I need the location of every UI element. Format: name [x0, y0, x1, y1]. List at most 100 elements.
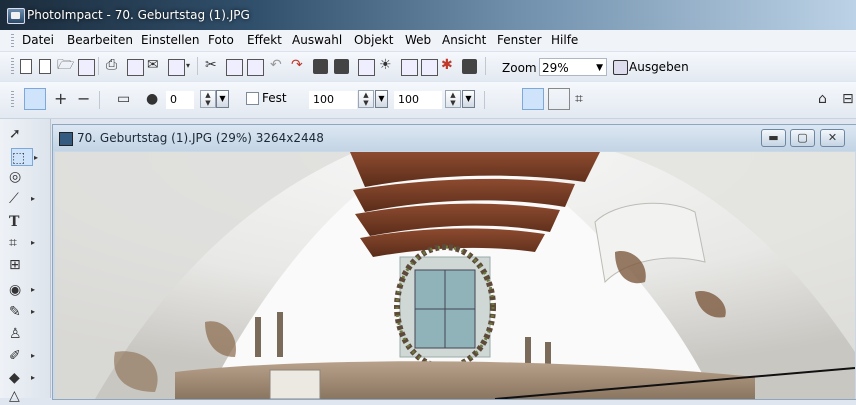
brightness-icon[interactable]: ☀: [379, 58, 392, 73]
toolbar-grip[interactable]: [11, 58, 14, 75]
menu-datei[interactable]: Datei: [22, 33, 54, 47]
lasso-tool[interactable]: ◎: [9, 168, 31, 186]
add-selection-button[interactable]: +: [54, 91, 67, 107]
selection-option-2-button[interactable]: [522, 88, 544, 110]
menu-effekt[interactable]: Effekt: [247, 33, 282, 47]
cut-icon[interactable]: ✂: [205, 58, 217, 73]
transform-tool[interactable]: ⊞: [9, 256, 31, 274]
menu-bar: Datei Bearbeiten Einstellen Foto Effekt …: [0, 30, 856, 52]
photoimpact-app-icon[interactable]: [7, 8, 25, 24]
undo-icon[interactable]: ↶: [270, 58, 282, 73]
new-icon[interactable]: [20, 59, 32, 74]
height-dropdown[interactable]: ▼: [462, 90, 475, 108]
menu-ansicht[interactable]: Ansicht: [442, 33, 486, 47]
extra-icon[interactable]: ⊟: [842, 92, 854, 107]
selection-mode-new-button[interactable]: [24, 88, 46, 110]
preview-icon[interactable]: [462, 59, 477, 74]
menu-foto[interactable]: Foto: [208, 33, 234, 47]
redo-icon[interactable]: ↷: [291, 58, 303, 73]
eraser-icon: ◆: [9, 370, 20, 386]
lasso-icon: ◎: [9, 169, 22, 185]
tool-flyout-icon[interactable]: ▸: [34, 149, 38, 167]
ausgeben-button[interactable]: Ausgeben: [611, 57, 689, 77]
tool-flyout-icon[interactable]: ▸: [31, 281, 35, 299]
photo-adjust-icon[interactable]: [334, 59, 349, 74]
selection-option-1-button[interactable]: [495, 88, 517, 110]
tool-flyout-icon[interactable]: ▸: [31, 190, 35, 208]
new-from-icon[interactable]: [39, 59, 51, 74]
save-icon[interactable]: [78, 59, 95, 76]
print-preview-icon[interactable]: [127, 59, 144, 76]
print-icon[interactable]: ⎙: [106, 58, 117, 73]
maximize-icon: ▢: [797, 131, 808, 144]
menu-hilfe[interactable]: Hilfe: [551, 33, 578, 47]
selection-tool[interactable]: ⬚ ▸: [11, 148, 38, 166]
paint-tool[interactable]: ✎ ▸: [9, 303, 35, 321]
soft-edge-spinner[interactable]: ▲ ▼: [200, 90, 216, 108]
clone-tool[interactable]: ♙: [9, 325, 31, 343]
clone-icon: ♙: [9, 326, 22, 342]
wand-tool[interactable]: ⟋ ▸: [9, 190, 35, 208]
toolbar-separator: [99, 91, 100, 109]
paste-icon[interactable]: [247, 59, 264, 76]
width-dropdown[interactable]: ▼: [375, 90, 388, 108]
width-spinner[interactable]: ▲ ▼: [358, 90, 374, 108]
soft-edge-field[interactable]: 0: [166, 91, 194, 109]
text-tool[interactable]: T: [9, 213, 31, 231]
tool-flyout-icon[interactable]: ▸: [31, 303, 35, 321]
minimize-button[interactable]: ▬: [761, 129, 786, 147]
menu-bearbeiten[interactable]: Bearbeiten: [67, 33, 133, 47]
menu-objekt[interactable]: Objekt: [354, 33, 393, 47]
crop-tool[interactable]: ⌗ ▸: [9, 234, 35, 252]
crop-option-icon[interactable]: ⌗: [575, 92, 583, 107]
close-button[interactable]: ✕: [820, 129, 845, 147]
selection-option-3-button[interactable]: [548, 88, 570, 110]
menu-grip[interactable]: [11, 34, 14, 47]
standard-toolbar: 🗁 ⎙ ✉ ▾ ✂ ↶ ↷ ☀ ✱: [0, 52, 856, 81]
monitor-icon[interactable]: [358, 59, 375, 76]
height-field[interactable]: 100: [394, 91, 442, 109]
pointer-tool[interactable]: ➚: [9, 125, 31, 143]
retouch-tool[interactable]: ✐ ▸: [9, 347, 35, 365]
soft-edge-dropdown[interactable]: ▼: [216, 90, 229, 108]
menu-einstellen[interactable]: Einstellen: [141, 33, 200, 47]
wand-icon: ⟋: [9, 191, 19, 207]
document-window[interactable]: 70. Geburtstag (1).JPG (29%) 3264x2448 ▬…: [52, 124, 856, 400]
copy-icon[interactable]: [226, 59, 243, 76]
open-icon[interactable]: 🗁: [57, 58, 74, 73]
toolbar-separator: [197, 57, 198, 75]
eye-tool[interactable]: ◉ ▸: [9, 281, 35, 299]
window-title: PhotoImpact - 70. Geburtstag (1).JPG: [27, 8, 250, 22]
mail-icon[interactable]: ✉: [147, 58, 159, 73]
camera-icon[interactable]: [313, 59, 328, 74]
maximize-button[interactable]: ▢: [790, 129, 815, 147]
document-icon[interactable]: [59, 132, 73, 146]
mode-icon[interactable]: ▭: [117, 92, 130, 107]
frame-icon[interactable]: [401, 59, 418, 76]
web-icon[interactable]: ✱: [441, 58, 453, 73]
subtract-selection-button[interactable]: −: [77, 91, 90, 107]
effect-icon[interactable]: [421, 59, 438, 76]
tool-flyout-icon[interactable]: ▸: [31, 347, 35, 365]
height-spinner[interactable]: ▲ ▼: [445, 90, 461, 108]
tool-flyout-icon[interactable]: ▸: [31, 369, 35, 387]
scan-icon[interactable]: [168, 59, 185, 76]
toolbar-grip[interactable]: [11, 91, 14, 108]
fill-tool[interactable]: △: [9, 387, 31, 405]
menu-web[interactable]: Web: [405, 33, 431, 47]
zoom-value: 29%: [542, 61, 569, 75]
crop-icon: ⌗: [9, 235, 17, 251]
width-field[interactable]: 100: [309, 91, 357, 109]
menu-fenster[interactable]: Fenster: [497, 33, 542, 47]
soft-edge-icon: ●: [146, 91, 159, 107]
fest-checkbox[interactable]: [246, 92, 259, 105]
eraser-tool[interactable]: ◆ ▸: [9, 369, 35, 387]
scan-dropdown-icon[interactable]: ▾: [186, 58, 190, 73]
document-title-bar[interactable]: 70. Geburtstag (1).JPG (29%) 3264x2448 ▬…: [53, 125, 856, 151]
menu-auswahl[interactable]: Auswahl: [292, 33, 342, 47]
tool-flyout-icon[interactable]: ▸: [31, 234, 35, 252]
zoom-select[interactable]: 29% ▼: [539, 58, 607, 76]
photo-canvas[interactable]: [55, 152, 855, 399]
home-icon[interactable]: ⌂: [818, 92, 827, 107]
chevron-down-icon[interactable]: ▼: [596, 59, 603, 77]
